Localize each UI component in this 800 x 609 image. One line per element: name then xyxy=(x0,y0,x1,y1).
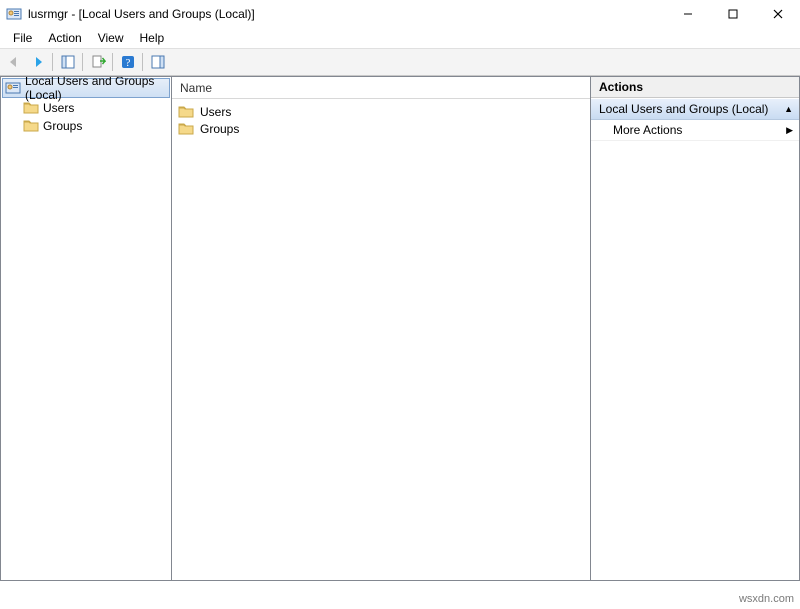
tree-item-label: Users xyxy=(43,101,74,115)
toolbar-separator xyxy=(112,53,113,71)
show-hide-tree-button[interactable] xyxy=(56,51,79,73)
window-title: lusrmgr - [Local Users and Groups (Local… xyxy=(28,7,665,21)
titlebar: lusrmgr - [Local Users and Groups (Local… xyxy=(0,0,800,28)
folder-icon xyxy=(178,105,194,118)
submenu-arrow-icon: ▶ xyxy=(786,125,793,136)
export-list-button[interactable] xyxy=(86,51,109,73)
close-button[interactable] xyxy=(755,0,800,28)
collapse-icon: ▲ xyxy=(784,104,793,114)
column-header-name[interactable]: Name xyxy=(172,77,590,99)
column-header-label: Name xyxy=(180,81,212,95)
help-button[interactable]: ? xyxy=(116,51,139,73)
menu-action[interactable]: Action xyxy=(41,29,88,47)
folder-icon xyxy=(23,101,39,114)
toolbar-separator xyxy=(52,53,53,71)
list-pane: Name Users Groups xyxy=(171,76,591,581)
forward-button[interactable] xyxy=(26,51,49,73)
toolbar-separator xyxy=(142,53,143,71)
tree-root-node[interactable]: Local Users and Groups (Local) xyxy=(2,78,170,98)
folder-icon xyxy=(23,119,39,132)
menu-help[interactable]: Help xyxy=(133,29,172,47)
window-controls xyxy=(665,0,800,28)
toolbar: ? xyxy=(0,49,800,76)
actions-pane: Actions Local Users and Groups (Local) ▲… xyxy=(591,76,800,581)
maximize-button[interactable] xyxy=(710,0,755,28)
show-hide-action-pane-button[interactable] xyxy=(146,51,169,73)
actions-header: Actions xyxy=(591,77,799,98)
folder-icon xyxy=(178,122,194,135)
actions-header-label: Actions xyxy=(599,80,643,94)
minimize-button[interactable] xyxy=(665,0,710,28)
toolbar-separator xyxy=(82,53,83,71)
list-item-groups[interactable]: Groups xyxy=(174,120,588,137)
tree-item-groups[interactable]: Groups xyxy=(1,117,171,134)
list-body: Users Groups xyxy=(172,99,590,141)
lusrmgr-icon xyxy=(5,80,21,96)
tree-pane: Local Users and Groups (Local) Users Gro… xyxy=(0,76,171,581)
list-item-users[interactable]: Users xyxy=(174,103,588,120)
list-item-label: Groups xyxy=(200,122,239,136)
main-area: Local Users and Groups (Local) Users Gro… xyxy=(0,76,800,581)
tree-root-label: Local Users and Groups (Local) xyxy=(25,76,169,102)
app-icon xyxy=(6,6,22,22)
actions-more-actions[interactable]: More Actions ▶ xyxy=(591,120,799,141)
menu-file[interactable]: File xyxy=(6,29,39,47)
bottom-gap xyxy=(0,581,800,609)
actions-row-label: More Actions xyxy=(613,123,682,137)
watermark: wsxdn.com xyxy=(739,593,794,605)
svg-text:?: ? xyxy=(125,57,130,69)
list-item-label: Users xyxy=(200,105,231,119)
actions-group-header[interactable]: Local Users and Groups (Local) ▲ xyxy=(591,98,799,120)
menu-view[interactable]: View xyxy=(91,29,131,47)
tree-item-label: Groups xyxy=(43,119,82,133)
back-button[interactable] xyxy=(2,51,25,73)
menubar: File Action View Help xyxy=(0,28,800,49)
actions-group-label: Local Users and Groups (Local) xyxy=(599,102,768,116)
